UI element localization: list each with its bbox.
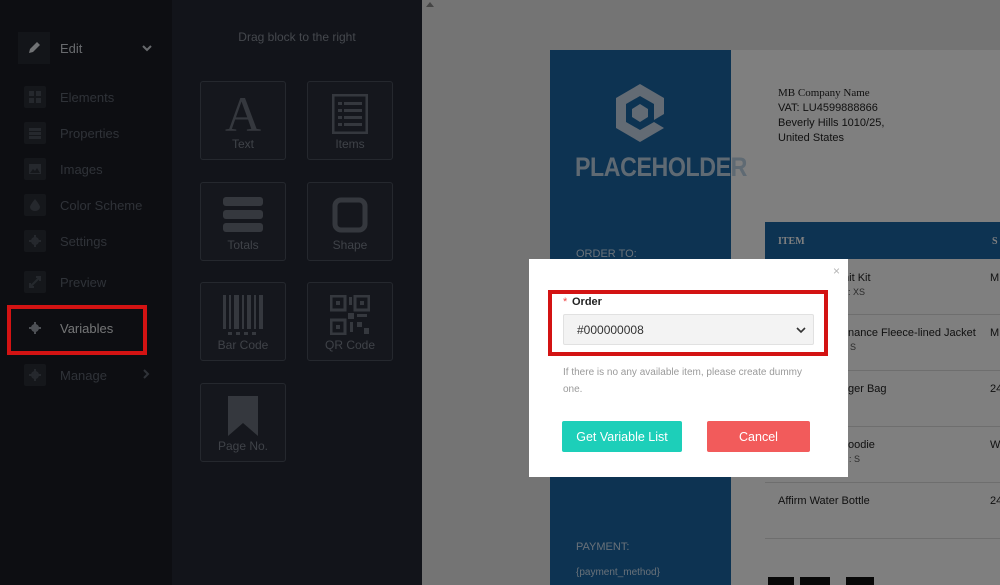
modal-overlay[interactable] (0, 0, 1000, 585)
close-icon[interactable]: × (833, 264, 840, 278)
cancel-button[interactable]: Cancel (707, 421, 810, 452)
variables-highlight-box (7, 305, 147, 355)
order-highlight-box (548, 290, 828, 356)
hint-text: If there is no any available item, pleas… (563, 367, 803, 395)
get-variable-list-button[interactable]: Get Variable List (562, 421, 682, 452)
